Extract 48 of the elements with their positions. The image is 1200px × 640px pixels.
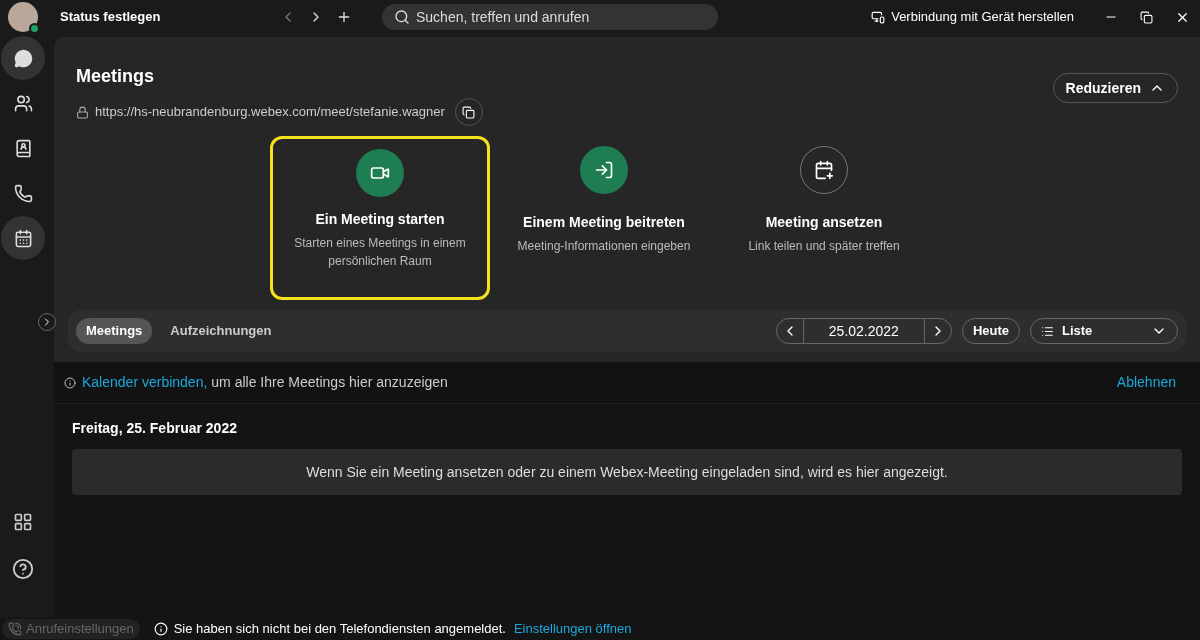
contacts-icon [13,138,33,158]
day-heading: Freitag, 25. Februar 2022 [72,419,238,438]
meeting-action[interactable]: Einem Meeting beitreten Meeting-Informationen eingeben [494,136,714,300]
copy-icon [462,105,476,119]
people-icon [13,93,33,113]
avatar[interactable] [8,2,38,32]
phone-settings-icon [8,622,22,636]
expand-sidebar-button[interactable] [38,313,56,331]
connect-calendar-link[interactable]: Kalender verbinden, [82,372,208,393]
phone-icon [13,183,33,203]
help-icon[interactable] [12,558,34,580]
sidebar-tab[interactable] [1,216,45,260]
lock-icon [76,105,89,119]
dismiss-link[interactable]: Ablehnen [1116,372,1176,393]
info-icon [64,376,76,389]
action-subtitle: Starten eines Meetings in einem persönlichen Raum [293,235,467,270]
action-title: Einem Meeting beitreten [523,213,685,232]
screen-icon [871,10,886,24]
restore-icon[interactable] [1140,10,1153,24]
meeting-action[interactable]: Meeting ansetzen Link teilen und später treffen [714,136,934,300]
meeting-url: https://hs-neubrandenburg.webex.com/meet/stefanie.wagner [95,103,445,122]
status-label[interactable]: Status festlegen [60,7,280,27]
action-subtitle: Meeting-Informationen eingeben [516,238,692,255]
list-icon [1041,324,1054,338]
notice-text: um alle Ihre Meetings hier anzuzeigen [211,373,448,392]
calendar-icon [13,228,33,248]
action-title: Ein Meeting starten [315,210,445,229]
action-title: Meeting ansetzen [765,213,883,232]
page-title: Meetings [76,65,155,88]
search-icon [394,9,410,25]
calendar-plus-icon [814,160,834,180]
tab[interactable]: Aufzeichnungen [160,318,282,344]
search-field[interactable]: Suchen, treffen und anrufen [382,4,718,30]
tab[interactable]: Meetings [76,318,153,344]
status-message: Sie haben sich nicht bei den Telefondiensten angemeldet. [173,620,506,639]
action-subtitle: Link teilen und später treffen [747,238,901,255]
connect-device-button[interactable]: Verbindung mit Gerät herstellen [871,7,1074,27]
sidebar-tab[interactable] [1,36,45,80]
enter-icon [594,160,614,180]
info-icon [153,622,168,636]
empty-state-text: Wenn Sie ein Meeting ansetzen oder zu einem Webex-Meeting eingeladen sind, wird es hier angezeigt. [306,462,948,482]
meeting-action[interactable]: Ein Meeting starten Starten eines Meetings in einem persönlichen Raum [270,136,490,300]
plus-icon[interactable] [336,9,352,25]
open-settings-link[interactable]: Einstellungen öffnen [513,619,632,639]
add-apps-icon[interactable] [13,512,33,532]
date-value: 25.02.2022 [802,319,925,343]
view-label: Liste [1062,322,1093,341]
chat-icon [13,48,33,68]
